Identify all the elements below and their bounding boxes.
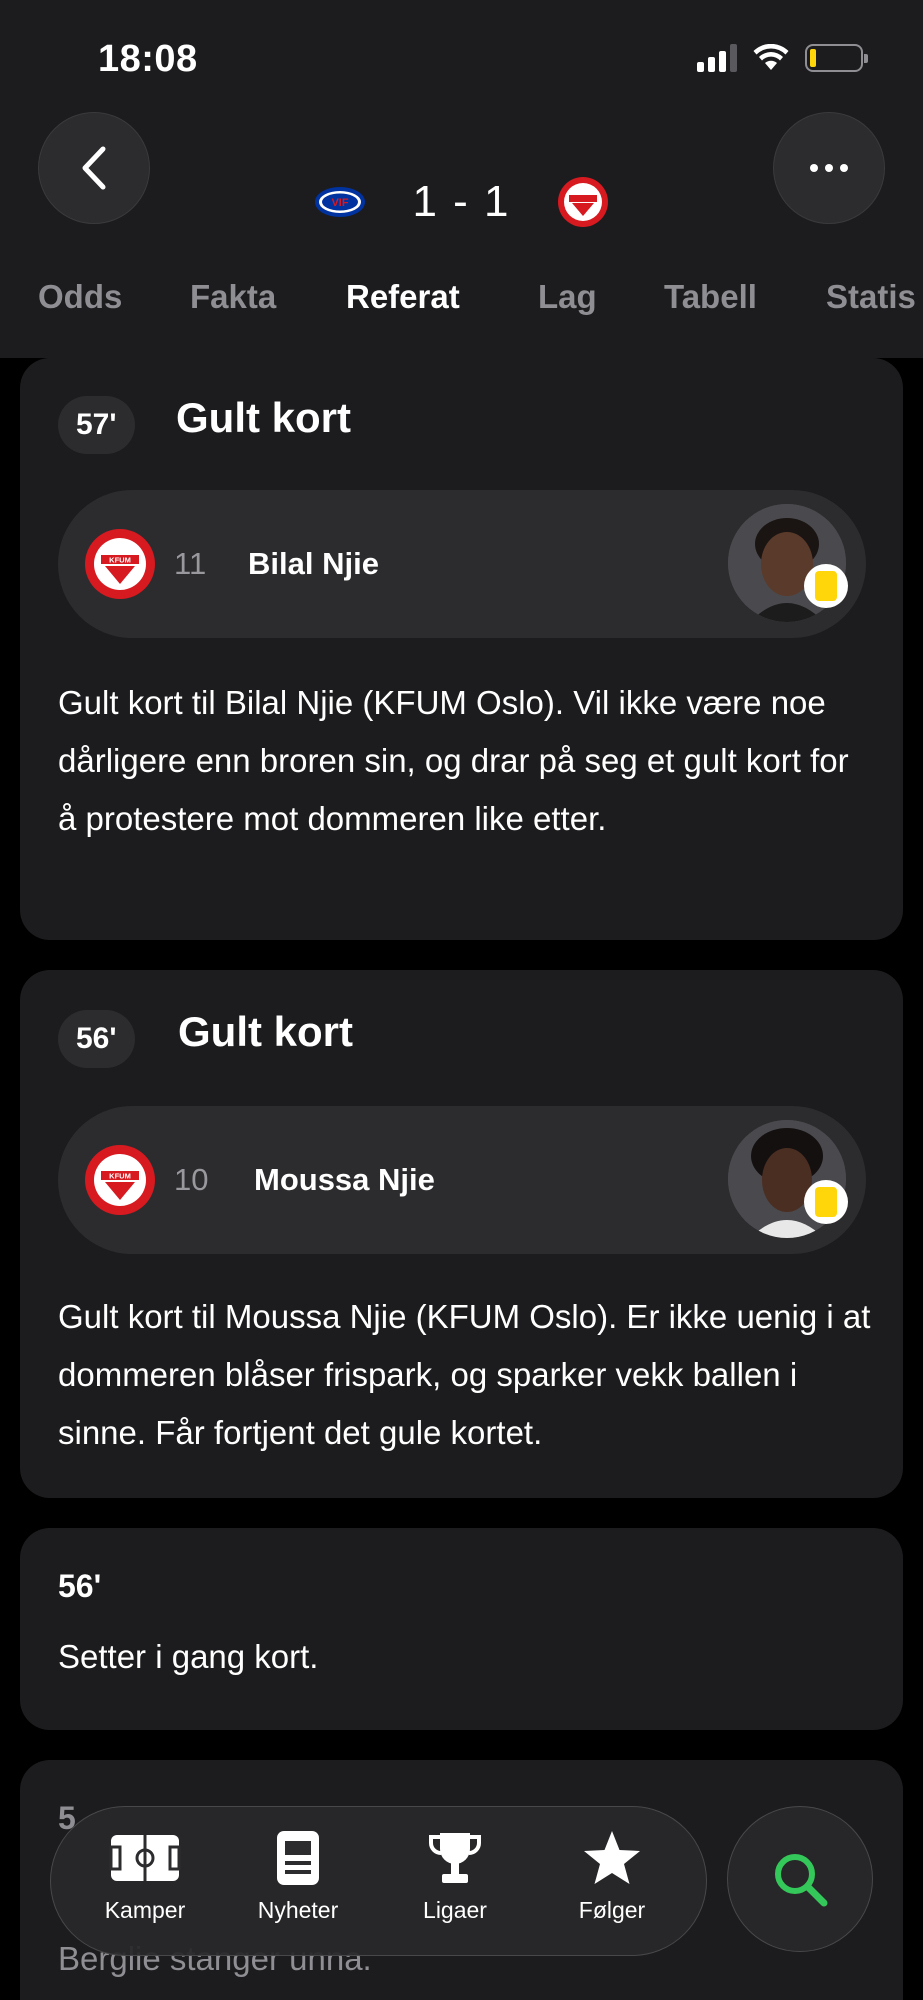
match-header: VIF 1 - 1 Odds Fakta Referat Lag Tabell … bbox=[0, 110, 923, 358]
news-icon bbox=[277, 1831, 319, 1885]
nav-label: Nyheter bbox=[257, 1897, 339, 1923]
event-description: Setter i gang kort. bbox=[58, 1638, 319, 1675]
nav-folger[interactable]: Følger bbox=[542, 1829, 682, 1924]
event-minute: 56' bbox=[58, 1010, 135, 1068]
event-title: Gult kort bbox=[176, 394, 351, 441]
yellow-card-icon bbox=[804, 1180, 848, 1224]
event-description: Gult kort til Moussa Njie (KFUM Oslo). E… bbox=[58, 1298, 871, 1451]
player-row[interactable]: KFUM 10 Moussa Njie bbox=[58, 1106, 866, 1254]
nav-label: Følger bbox=[578, 1897, 646, 1923]
svg-text:KFUM: KFUM bbox=[109, 556, 131, 565]
nav-ligaer[interactable]: Ligaer bbox=[385, 1829, 525, 1924]
svg-text:VIF: VIF bbox=[332, 197, 349, 209]
tab-odds[interactable]: Odds bbox=[38, 278, 122, 316]
kfum-badge-icon: KFUM bbox=[85, 529, 155, 599]
event-card: 56' Setter i gang kort. bbox=[20, 1528, 903, 1730]
svg-text:KFUM: KFUM bbox=[109, 1172, 131, 1181]
event-card: 57' Gult kort KFUM 11 Bilal Njie Gult ko… bbox=[20, 358, 903, 940]
status-icons bbox=[697, 44, 868, 72]
event-description: Gult kort til Bilal Njie (KFUM Oslo). Vi… bbox=[58, 684, 849, 837]
player-number: 10 bbox=[174, 1162, 209, 1197]
search-icon bbox=[775, 1854, 828, 1907]
player-name: Bilal Njie bbox=[248, 546, 379, 581]
nav-nyheter[interactable]: Nyheter bbox=[228, 1829, 368, 1924]
player-name: Moussa Njie bbox=[254, 1162, 435, 1197]
tab-referat[interactable]: Referat bbox=[346, 278, 460, 316]
event-minute: 57' bbox=[58, 396, 135, 454]
match-tabs: Odds Fakta Referat Lag Tabell Statis bbox=[0, 278, 923, 338]
search-button[interactable] bbox=[727, 1806, 873, 1952]
trophy-icon bbox=[429, 1833, 481, 1883]
player-row[interactable]: KFUM 11 Bilal Njie bbox=[58, 490, 866, 638]
status-time: 18:08 bbox=[98, 38, 198, 80]
tab-fakta[interactable]: Fakta bbox=[190, 278, 276, 316]
cellular-signal-icon bbox=[697, 44, 737, 72]
event-card: 56' Gult kort KFUM 10 Moussa Njie Gult k… bbox=[20, 970, 903, 1498]
kfum-badge-icon: KFUM bbox=[85, 1145, 155, 1215]
tab-tabell[interactable]: Tabell bbox=[664, 278, 757, 316]
more-options-button[interactable] bbox=[773, 112, 885, 224]
tab-statistikk[interactable]: Statis bbox=[826, 278, 916, 316]
nav-label: Kamper bbox=[104, 1897, 186, 1923]
battery-icon bbox=[805, 44, 868, 72]
more-dots-icon bbox=[810, 164, 848, 172]
player-number: 11 bbox=[174, 546, 207, 581]
event-minute: 56' bbox=[58, 1568, 102, 1604]
yellow-card-icon bbox=[804, 564, 848, 608]
event-title: Gult kort bbox=[178, 1008, 353, 1055]
pitch-icon bbox=[109, 1835, 181, 1881]
bottom-navigation: Kamper Nyheter Ligaer Følger bbox=[50, 1806, 707, 1956]
status-bar: 18:08 bbox=[0, 0, 923, 110]
wifi-icon bbox=[753, 44, 789, 70]
away-team-badge[interactable] bbox=[557, 176, 609, 228]
match-score: 1 - 1 bbox=[412, 177, 511, 226]
star-icon bbox=[584, 1831, 640, 1884]
home-team-badge[interactable]: VIF bbox=[314, 176, 366, 228]
nav-label: Ligaer bbox=[423, 1897, 487, 1923]
nav-kamper[interactable]: Kamper bbox=[75, 1829, 215, 1924]
tab-lag[interactable]: Lag bbox=[538, 278, 597, 316]
